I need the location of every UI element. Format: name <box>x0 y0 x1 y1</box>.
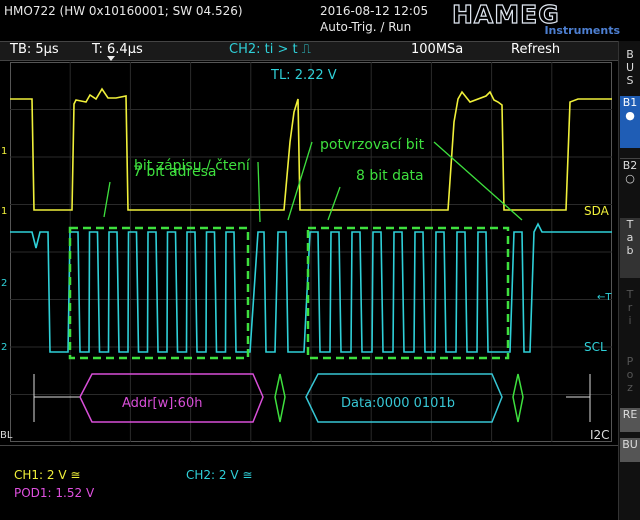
ch2-settings[interactable]: CH2: 2 V ≅ <box>186 468 252 482</box>
sample-rate: 100MSa <box>411 42 464 57</box>
data-bits-label: 8 bit data <box>356 168 424 184</box>
sidebar-bus-label: B U S <box>625 48 635 87</box>
rw-bit-marker <box>274 373 286 423</box>
bus-marker[interactable]: BL <box>0 430 12 441</box>
sidebar-trigger-button[interactable]: T r i <box>620 288 640 348</box>
scope-display[interactable] <box>10 62 612 442</box>
ch1-level-marker[interactable]: 1 <box>1 206 7 217</box>
sidebar-table-button[interactable]: T a b <box>620 218 640 278</box>
sidebar-re-button[interactable]: RE <box>620 408 640 432</box>
acquisition-mode[interactable]: Refresh <box>511 42 560 57</box>
scl-label: SCL <box>584 340 607 354</box>
trigger-level-marker[interactable]: ←T <box>597 292 612 303</box>
addr-bits-label: 7 bit adresa <box>133 164 217 180</box>
hameg-logo: HAMEG Instruments <box>451 0 620 37</box>
bus-type-label: I2C <box>590 428 610 442</box>
ch1-offset-marker[interactable]: 1 <box>1 146 7 157</box>
datetime: 2016-08-12 12:05 <box>320 4 429 18</box>
ch2-level-marker[interactable]: 2 <box>1 342 7 353</box>
ch1-settings[interactable]: CH1: 2 V ≅ <box>14 468 80 482</box>
device-info: HMO722 (HW 0x10160001; SW 04.526) <box>4 4 243 18</box>
sidebar-b2-button[interactable]: B2 ○ <box>620 158 640 211</box>
sidebar-position-button[interactable]: P o z <box>620 355 640 405</box>
acquisition-status: Auto-Trig. / Run <box>320 20 412 34</box>
ch2-offset-marker[interactable]: 2 <box>1 278 7 289</box>
trigger-time-readout[interactable]: T: 6.4µs <box>92 42 143 57</box>
ack-bit-marker <box>512 373 524 423</box>
addr-decode-text: Addr[w]:60h <box>122 396 203 411</box>
sidebar-bu-button[interactable]: BU <box>620 438 640 462</box>
data-decode-text: Data:0000 0101b <box>341 396 455 411</box>
address-bits-box <box>68 226 250 360</box>
sidebar-b1-button[interactable]: B1 ● <box>620 96 640 148</box>
trigger-level-readout: TL: 2.22 V <box>271 68 337 83</box>
trigger-condition[interactable]: CH2: ti > t ⎍ <box>229 42 311 57</box>
ack-bit-label: potvrzovací bit <box>320 137 425 153</box>
trigger-position-icon <box>107 56 115 61</box>
sda-label: SDA <box>584 204 609 218</box>
timebase-readout[interactable]: TB: 5µs <box>10 42 59 57</box>
pod1-settings[interactable]: POD1: 1.52 V <box>14 486 94 500</box>
footer-divider <box>0 445 618 446</box>
